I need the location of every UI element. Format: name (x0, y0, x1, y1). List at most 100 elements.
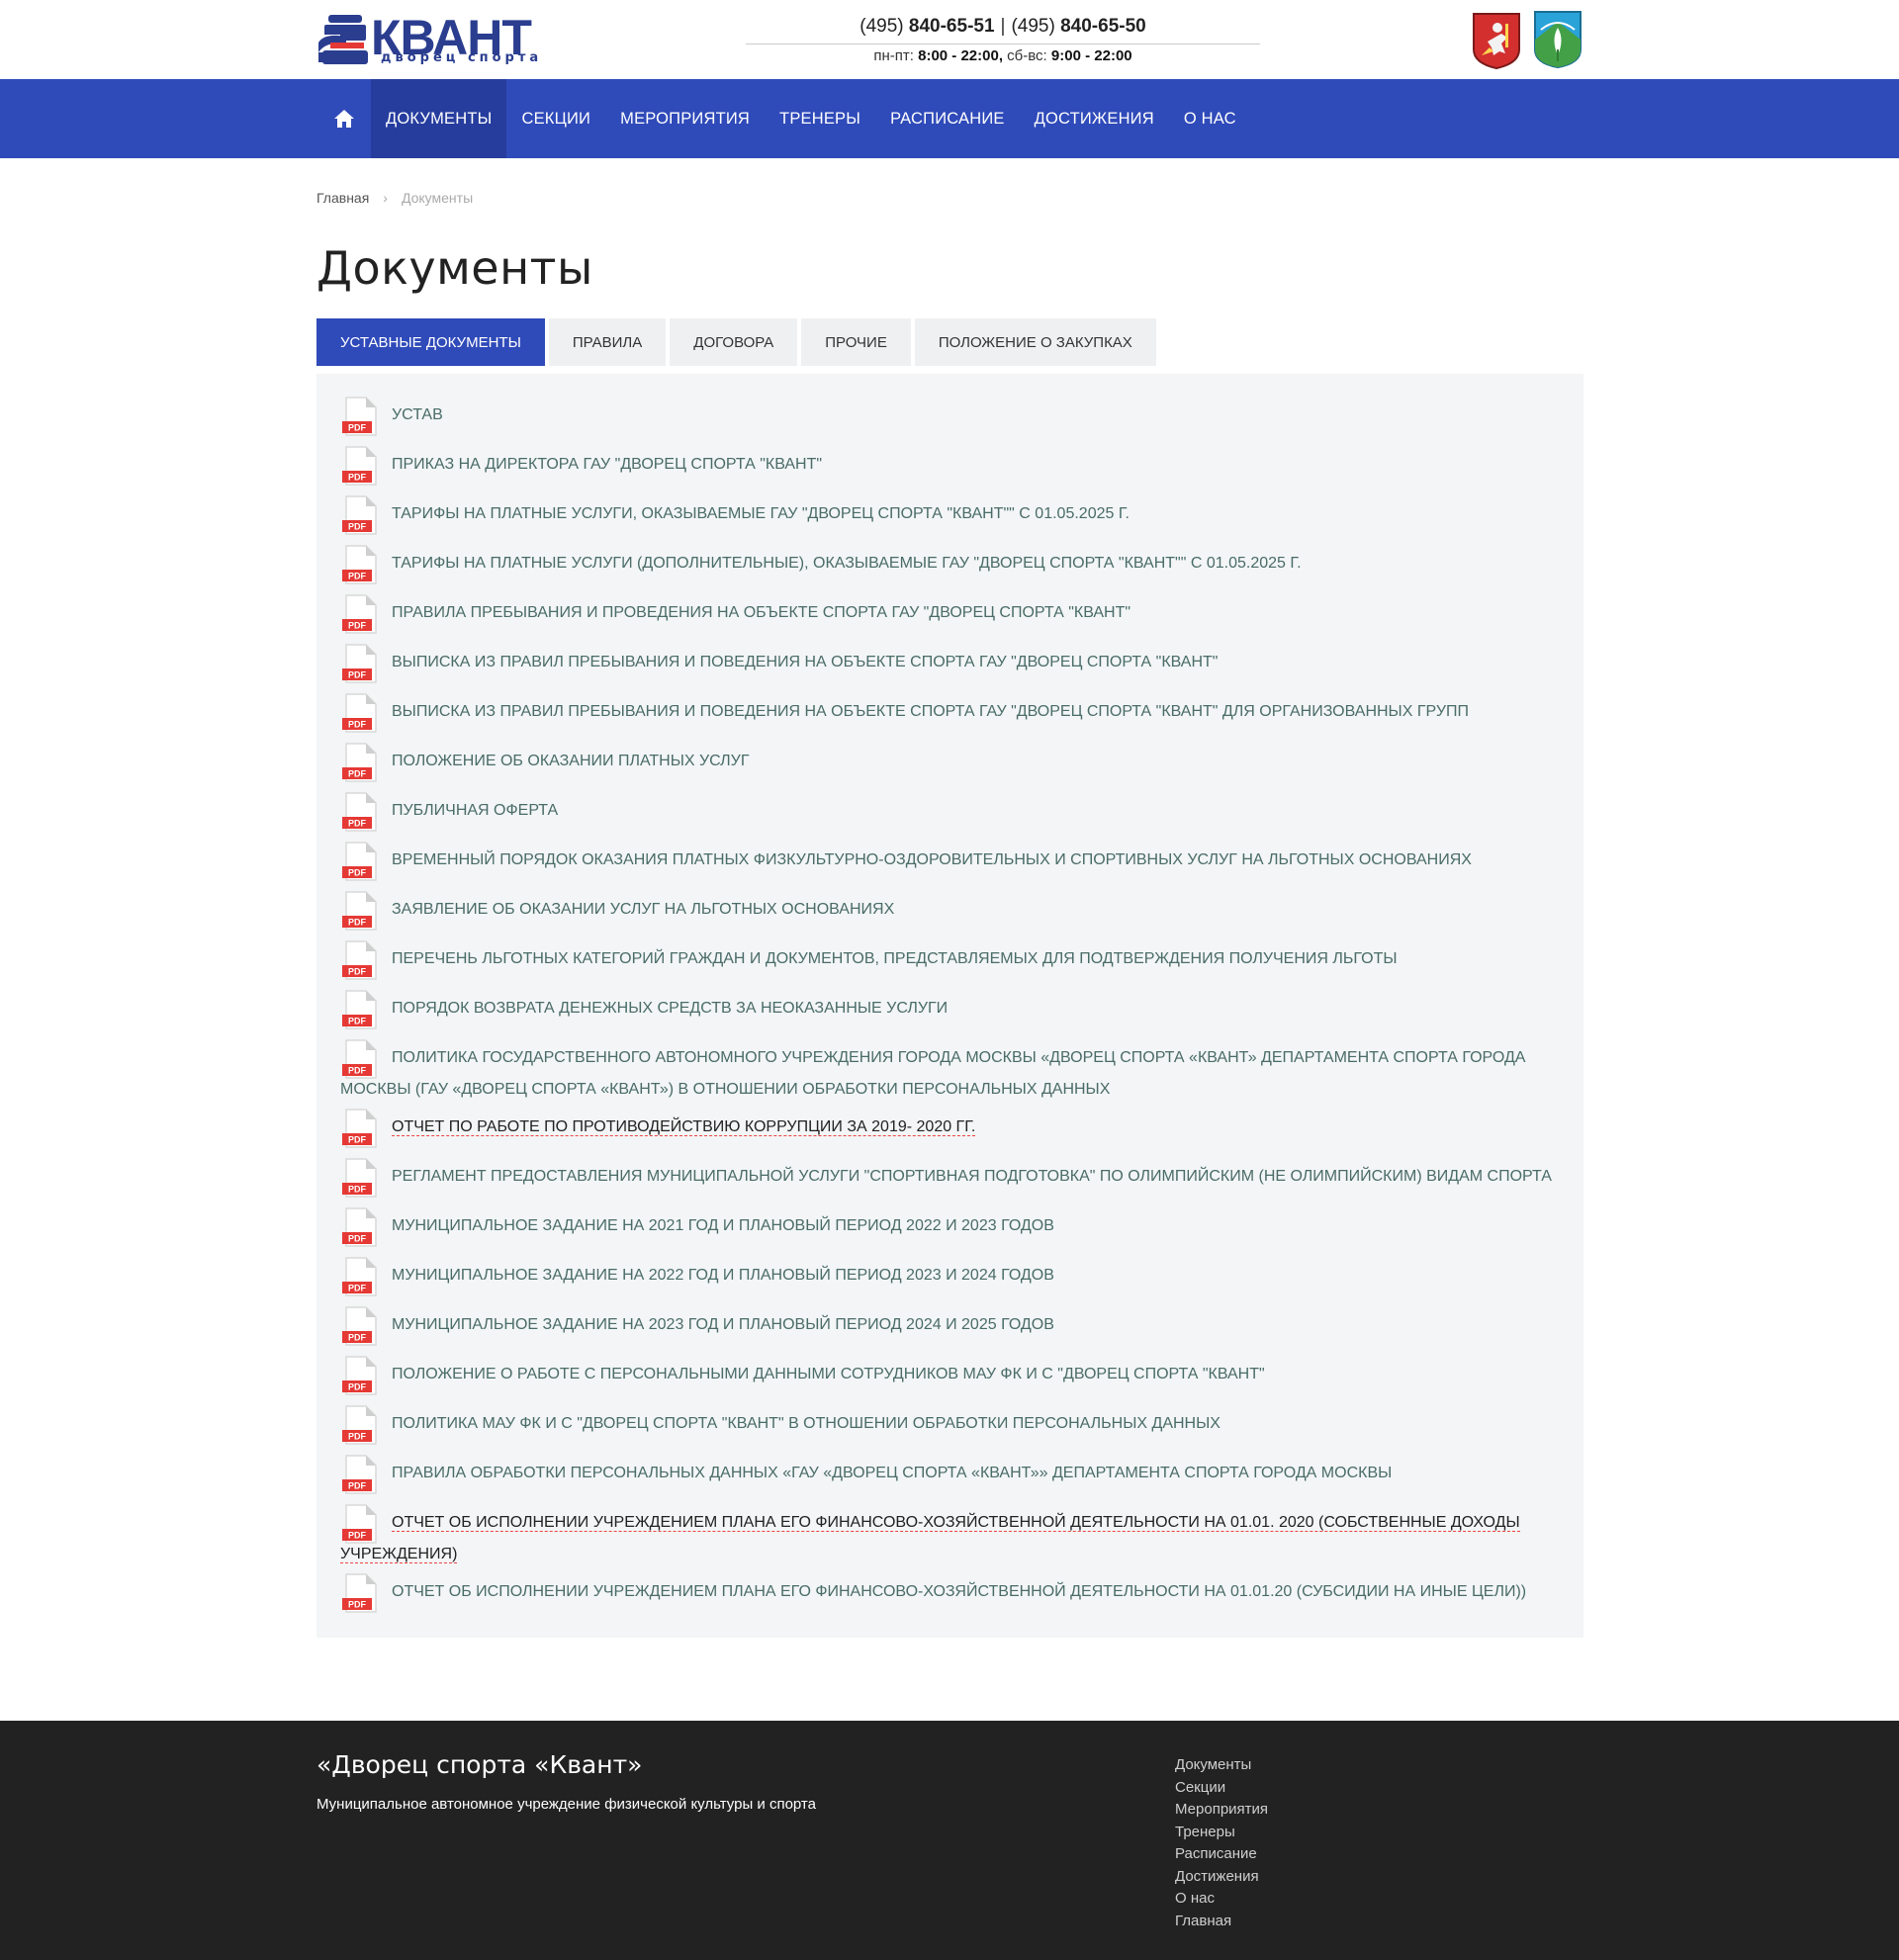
phone2[interactable]: (495) 840-65-50 (1011, 16, 1145, 37)
nav-item-sections[interactable]: СЕКЦИИ (506, 79, 605, 158)
document-title[interactable]: ТАРИФЫ НА ПЛАТНЫЕ УСЛУГИ, ОКАЗЫВАЕМЫЕ ГА… (392, 505, 1130, 522)
nav-home[interactable] (316, 79, 371, 158)
footer-link-events[interactable]: Мероприятия (1175, 1799, 1268, 1822)
pdf-file-icon: PDF (342, 792, 377, 832)
document-item[interactable]: PDF МУНИЦИПАЛЬНОЕ ЗАДАНИЕ НА 2021 ГОД И П… (340, 1204, 1560, 1254)
pdf-file-icon: PDF (342, 1504, 377, 1544)
document-item[interactable]: PDF ПОЛИТИКА МАУ ФК И С "ДВОРЕЦ СПОРТА "К… (340, 1402, 1560, 1452)
document-title[interactable]: ПОРЯДОК ВОЗВРАТА ДЕНЕЖНЫХ СРЕДСТВ ЗА НЕО… (392, 1000, 948, 1017)
main-content: Главная › Документы Документы УСТАВНЫЕ ДОК… (316, 190, 1583, 1638)
document-item[interactable]: PDF ОТЧЕТ ОБ ИСПОЛНЕНИИ УЧРЕЖДЕНИЕМ ПЛАНА… (340, 1501, 1560, 1570)
document-item[interactable]: PDF ПРИКАЗ НА ДИРЕКТОРА ГАУ "ДВОРЕЦ СПОРТ… (340, 443, 1560, 492)
document-title[interactable]: ПОЛИТИКА ГОСУДАРСТВЕННОГО АВТОНОМНОГО УЧ… (340, 1049, 1525, 1098)
footer-link-documents[interactable]: Документы (1175, 1754, 1268, 1777)
document-title[interactable]: ТАРИФЫ НА ПЛАТНЫЕ УСЛУГИ (ДОПОЛНИТЕЛЬНЫЕ… (392, 555, 1302, 572)
logo-emblem-icon (318, 15, 368, 64)
footer-link-home[interactable]: Главная (1175, 1911, 1268, 1933)
footer-link-schedule[interactable]: Расписание (1175, 1843, 1268, 1866)
document-title[interactable]: ОТЧЕТ ОБ ИСПОЛНЕНИИ УЧРЕЖДЕНИЕМ ПЛАНА ЕГ… (392, 1583, 1526, 1600)
document-item[interactable]: PDF УСТАВ (340, 394, 1560, 443)
document-title[interactable]: ПРИКАЗ НА ДИРЕКТОРА ГАУ "ДВОРЕЦ СПОРТА "… (392, 456, 822, 473)
document-item[interactable]: PDF ПРАВИЛА ОБРАБОТКИ ПЕРСОНАЛЬНЫХ ДАННЫХ… (340, 1452, 1560, 1501)
nav-item-about[interactable]: О НАС (1169, 79, 1251, 158)
document-item[interactable]: PDF ОТЧЕТ ОБ ИСПОЛНЕНИИ УЧРЕЖДЕНИЕМ ПЛАНА… (340, 1570, 1560, 1620)
document-item[interactable]: PDF ОТЧЕТ ПО РАБОТЕ ПО ПРОТИВОДЕЙСТВИЮ КО… (340, 1106, 1560, 1155)
document-title[interactable]: ПРАВИЛА ОБРАБОТКИ ПЕРСОНАЛЬНЫХ ДАННЫХ «Г… (392, 1465, 1392, 1481)
document-item[interactable]: PDF ПЕРЕЧЕНЬ ЛЬГОТНЫХ КАТЕГОРИЙ ГРАЖДАН И… (340, 937, 1560, 987)
document-item[interactable]: PDF ПРАВИЛА ПРЕБЫВАНИЯ И ПРОВЕДЕНИЯ НА ОБ… (340, 591, 1560, 641)
document-title[interactable]: ОТЧЕТ ПО РАБОТЕ ПО ПРОТИВОДЕЙСТВИЮ КОРРУ… (392, 1118, 976, 1136)
document-item[interactable]: PDF ТАРИФЫ НА ПЛАТНЫЕ УСЛУГИ, ОКАЗЫВАЕМЫЕ… (340, 492, 1560, 542)
document-title[interactable]: РЕГЛАМЕНТ ПРЕДОСТАВЛЕНИЯ МУНИЦИПАЛЬНОЙ У… (392, 1168, 1552, 1185)
footer-link-coaches[interactable]: Тренеры (1175, 1822, 1268, 1844)
document-item[interactable]: PDF ЗАЯВЛЕНИЕ ОБ ОКАЗАНИИ УСЛУГ НА ЛЬГОТН… (340, 888, 1560, 937)
tab-other[interactable]: ПРОЧИЕ (801, 318, 911, 366)
pdf-badge: PDF (348, 769, 367, 779)
phone1[interactable]: (495) 840-65-51 (859, 16, 994, 37)
document-item[interactable]: PDF МУНИЦИПАЛЬНОЕ ЗАДАНИЕ НА 2023 ГОД И П… (340, 1303, 1560, 1353)
pdf-badge: PDF (348, 1284, 367, 1293)
document-title[interactable]: ВЫПИСКА ИЗ ПРАВИЛ ПРЕБЫВАНИЯ И ПОВЕДЕНИЯ… (392, 703, 1469, 720)
tab-rules[interactable]: ПРАВИЛА (548, 318, 667, 366)
opening-hours: пн-пт: 8:00 - 22:00, сб-вс: 9:00 - 22:00 (873, 47, 1132, 64)
breadcrumb-home[interactable]: Главная (316, 190, 369, 206)
pdf-file-icon: PDF (342, 1573, 377, 1613)
document-title[interactable]: МУНИЦИПАЛЬНОЕ ЗАДАНИЕ НА 2021 ГОД И ПЛАН… (392, 1217, 1054, 1234)
document-item[interactable]: PDF ПОРЯДОК ВОЗВРАТА ДЕНЕЖНЫХ СРЕДСТВ ЗА … (340, 987, 1560, 1036)
pdf-file-icon: PDF (342, 397, 377, 436)
document-item[interactable]: PDF ПОЛОЖЕНИЕ О РАБОТЕ С ПЕРСОНАЛЬНЫМИ ДА… (340, 1353, 1560, 1402)
document-item[interactable]: PDF ТАРИФЫ НА ПЛАТНЫЕ УСЛУГИ (ДОПОЛНИТЕЛЬ… (340, 542, 1560, 591)
site-logo[interactable]: КВАНТ дворец спорта (316, 10, 576, 70)
pdf-badge: PDF (348, 1432, 367, 1442)
document-title[interactable]: ПРАВИЛА ПРЕБЫВАНИЯ И ПРОВЕДЕНИЯ НА ОБЪЕК… (392, 604, 1130, 621)
footer-link-achievements[interactable]: Достижения (1175, 1866, 1268, 1889)
footer-link-sections[interactable]: Секции (1175, 1777, 1268, 1800)
pdf-badge: PDF (348, 1382, 367, 1392)
breadcrumb-current: Документы (401, 190, 474, 206)
tab-contracts[interactable]: ДОГОВОРА (670, 318, 798, 366)
footer-link-about[interactable]: О нас (1175, 1888, 1268, 1911)
footer-menu: Документы Секции Мероприятия Тренеры Рас… (1175, 1754, 1268, 1932)
document-title[interactable]: ПОЛОЖЕНИЕ О РАБОТЕ С ПЕРСОНАЛЬНЫМИ ДАННЫ… (392, 1366, 1265, 1382)
district-coat-of-arms-icon[interactable] (1533, 10, 1582, 69)
document-title[interactable]: МУНИЦИПАЛЬНОЕ ЗАДАНИЕ НА 2023 ГОД И ПЛАН… (392, 1316, 1054, 1333)
document-title[interactable]: ПУБЛИЧНАЯ ОФЕРТА (392, 802, 558, 819)
pdf-badge: PDF (348, 819, 367, 829)
document-item[interactable]: PDF МУНИЦИПАЛЬНОЕ ЗАДАНИЕ НА 2022 ГОД И П… (340, 1254, 1560, 1303)
nav-item-documents[interactable]: ДОКУМЕНТЫ (371, 79, 507, 158)
nav-item-schedule[interactable]: РАСПИСАНИЕ (875, 79, 1020, 158)
pdf-file-icon: PDF (342, 545, 377, 584)
document-title[interactable]: ВРЕМЕННЫЙ ПОРЯДОК ОКАЗАНИЯ ПЛАТНЫХ ФИЗКУ… (392, 851, 1472, 868)
pdf-badge: PDF (348, 1017, 367, 1026)
document-title[interactable]: МУНИЦИПАЛЬНОЕ ЗАДАНИЕ НА 2022 ГОД И ПЛАН… (392, 1267, 1054, 1284)
pdf-badge: PDF (348, 1481, 367, 1491)
document-title[interactable]: ЗАЯВЛЕНИЕ ОБ ОКАЗАНИИ УСЛУГ НА ЛЬГОТНЫХ … (392, 901, 894, 918)
document-title[interactable]: УСТАВ (392, 406, 443, 423)
document-title[interactable]: ПЕРЕЧЕНЬ ЛЬГОТНЫХ КАТЕГОРИЙ ГРАЖДАН И ДО… (392, 950, 1398, 967)
document-item[interactable]: PDF ВРЕМЕННЫЙ ПОРЯДОК ОКАЗАНИЯ ПЛАТНЫХ ФИ… (340, 839, 1560, 888)
pdf-badge: PDF (348, 868, 367, 878)
document-title[interactable]: ОТЧЕТ ОБ ИСПОЛНЕНИИ УЧРЕЖДЕНИЕМ ПЛАНА ЕГ… (340, 1514, 1520, 1563)
moscow-coat-of-arms-icon[interactable] (1472, 12, 1521, 69)
document-title[interactable]: ПОЛИТИКА МАУ ФК И С "ДВОРЕЦ СПОРТА "КВАН… (392, 1415, 1221, 1432)
document-title[interactable]: ВЫПИСКА ИЗ ПРАВИЛ ПРЕБЫВАНИЯ И ПОВЕДЕНИЯ… (392, 654, 1218, 670)
tab-charter-documents[interactable]: УСТАВНЫЕ ДОКУМЕНТЫ (316, 318, 545, 366)
document-item[interactable]: PDF РЕГЛАМЕНТ ПРЕДОСТАВЛЕНИЯ МУНИЦИПАЛЬНО… (340, 1155, 1560, 1204)
document-item[interactable]: PDF ПУБЛИЧНАЯ ОФЕРТА (340, 789, 1560, 839)
nav-item-events[interactable]: МЕРОПРИЯТИЯ (605, 79, 765, 158)
document-item[interactable]: PDF ПОЛОЖЕНИЕ ОБ ОКАЗАНИИ ПЛАТНЫХ УСЛУГ (340, 740, 1560, 789)
document-item[interactable]: PDF ПОЛИТИКА ГОСУДАРСТВЕННОГО АВТОНОМНОГО… (340, 1036, 1560, 1106)
tab-procurement[interactable]: ПОЛОЖЕНИЕ О ЗАКУПКАХ (914, 318, 1156, 366)
pdf-file-icon: PDF (342, 1257, 377, 1296)
breadcrumb: Главная › Документы (316, 190, 1583, 206)
pdf-badge: PDF (348, 1066, 367, 1076)
document-item[interactable]: PDF ВЫПИСКА ИЗ ПРАВИЛ ПРЕБЫВАНИЯ И ПОВЕДЕ… (340, 641, 1560, 690)
main-navigation: ДОКУМЕНТЫ СЕКЦИИ МЕРОПРИЯТИЯ ТРЕНЕРЫ РАС… (0, 79, 1899, 158)
pdf-file-icon: PDF (342, 644, 377, 683)
nav-item-achievements[interactable]: ДОСТИЖЕНИЯ (1020, 79, 1169, 158)
document-item[interactable]: PDF ВЫПИСКА ИЗ ПРАВИЛ ПРЕБЫВАНИЯ И ПОВЕДЕ… (340, 690, 1560, 740)
pdf-badge: PDF (348, 670, 367, 680)
pdf-file-icon: PDF (342, 594, 377, 634)
nav-item-coaches[interactable]: ТРЕНЕРЫ (765, 79, 875, 158)
document-title[interactable]: ПОЛОЖЕНИЕ ОБ ОКАЗАНИИ ПЛАТНЫХ УСЛУГ (392, 753, 750, 769)
